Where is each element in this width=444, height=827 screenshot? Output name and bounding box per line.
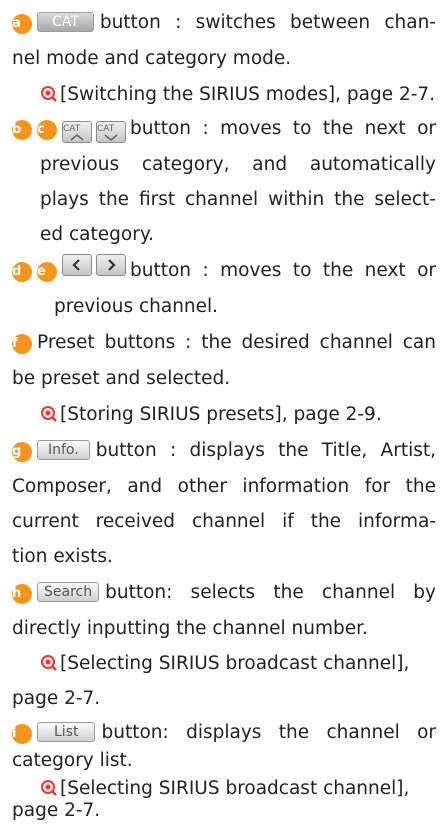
bullet-d: d (12, 262, 32, 282)
bullet-e: e (37, 262, 57, 282)
item-g-line-1: g Info. button : displays the Title, Artis… (12, 434, 436, 467)
item-i-ref-text: [Selecting SIRIUS broadcast channel], (60, 778, 410, 799)
item-bc-line-2: previous category, and automatically (40, 154, 436, 175)
item-a-line-1: a CAT button : switches between chan- (12, 6, 436, 39)
item-f-line-2: be preset and selected. (12, 368, 231, 389)
item-f-ref-text: [Storing SIRIUS presets], page 2-9. (60, 404, 382, 425)
chevron-right-icon (96, 254, 126, 276)
magnifier-icon (41, 86, 57, 102)
bullet-i: i (12, 724, 32, 744)
chevron-left-icon (62, 254, 92, 276)
bullet-b: b (12, 120, 32, 140)
item-bc-line-3: plays the first channel within the selec… (40, 189, 436, 210)
item-i-text-1: button: displays the channel or (101, 722, 436, 743)
item-h-line-1: h Search button: selects the channel by (12, 576, 436, 609)
item-f-line-1: f Preset buttons : the desired channel ca… (12, 326, 436, 359)
info-button-graphic: Info. (37, 440, 90, 460)
item-g-line-2: Composer, and other information for the (12, 476, 436, 497)
item-g-line-3: current received channel if the informa- (12, 511, 436, 532)
item-a-ref-text: [Switching the SIRIUS modes], page 2-7. (60, 84, 436, 105)
item-a-text-1: button : switches between chan- (99, 12, 436, 33)
manual-page: a CAT button : switches between chan- nel … (0, 0, 444, 826)
item-a-ref: [Switching the SIRIUS modes], page 2-7. (40, 78, 435, 111)
item-de-line-2: previous channel. (54, 296, 219, 317)
item-h-line-2: directly inputting the channel number. (12, 618, 368, 639)
cat-down-icon: CAT (96, 121, 126, 143)
item-g-text-1: button : displays the Title, Artist, (95, 440, 436, 461)
item-bc-line-4: ed category. (40, 224, 155, 245)
bullet-g: g (12, 442, 32, 462)
item-de-text-1: button : moves to the next or (130, 260, 436, 281)
magnifier-icon (41, 406, 57, 422)
bullet-c: c (37, 120, 57, 140)
item-f-text-1: Preset buttons : the desired channel can (37, 332, 436, 353)
cat-button-graphic: CAT (37, 12, 94, 32)
magnifier-icon (41, 655, 57, 671)
bullet-h: h (12, 584, 32, 604)
item-a-line-2: nel mode and category mode. (12, 48, 292, 69)
item-bc-line-1: b c CAT CAT button : moves to the next or (12, 112, 436, 145)
item-bc-text-1: button : moves to the next or (130, 118, 436, 139)
item-h-text-1: button: selects the channel by (105, 582, 436, 603)
item-h-ref: [Selecting SIRIUS broadcast channel], (40, 647, 409, 680)
list-button-graphic: List (37, 722, 96, 742)
cat-up-icon: CAT (62, 121, 92, 143)
item-g-line-4: tion exists. (12, 546, 113, 567)
bullet-a: a (12, 14, 32, 34)
bullet-f: f (12, 334, 32, 354)
item-i-ref-page: page 2-7. (12, 800, 101, 821)
item-f-ref: [Storing SIRIUS presets], page 2-9. (40, 398, 382, 431)
item-h-ref-page: page 2-7. (12, 688, 101, 709)
item-h-ref-text: [Selecting SIRIUS broadcast channel], (60, 653, 410, 674)
search-button-graphic: Search (37, 582, 100, 602)
item-de-line-1: d e button : moves to the next or (12, 254, 436, 287)
